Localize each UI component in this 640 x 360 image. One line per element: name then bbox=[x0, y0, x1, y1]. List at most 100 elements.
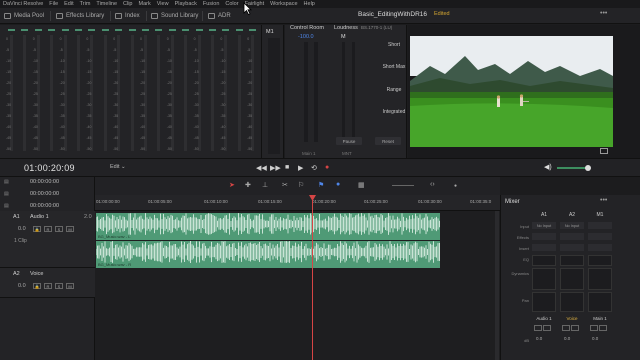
toolbar-more-button[interactable]: ••• bbox=[600, 10, 614, 20]
effects-library-button[interactable]: Effects Library bbox=[56, 11, 104, 21]
audio-clip-left[interactable]: BG_Music.wav - L bbox=[96, 213, 440, 240]
speaker-icon[interactable]: ◀) bbox=[544, 163, 552, 171]
timeline-scrollbar[interactable] bbox=[495, 211, 499, 360]
menu-file[interactable]: File bbox=[49, 1, 58, 7]
input-select[interactable] bbox=[588, 222, 612, 229]
viewer-options-icon[interactable] bbox=[600, 148, 608, 154]
track-volume[interactable]: 0.0 bbox=[18, 226, 26, 232]
play-button[interactable]: ▶ bbox=[298, 164, 303, 172]
menu-color[interactable]: Color bbox=[225, 1, 238, 7]
effects-slot[interactable] bbox=[560, 233, 584, 240]
menu-app[interactable]: DaVinci Resolve bbox=[3, 1, 43, 7]
mute-button[interactable]: M bbox=[66, 226, 74, 232]
channel-volume[interactable]: 0.0 bbox=[592, 336, 598, 341]
insert-slot[interactable] bbox=[588, 244, 612, 251]
dynamics-graph[interactable] bbox=[588, 268, 612, 290]
media-pool-button[interactable]: Media Pool bbox=[4, 11, 44, 21]
input-select[interactable]: No Input bbox=[560, 222, 584, 229]
channel-button[interactable] bbox=[599, 325, 607, 331]
menu-timeline[interactable]: Timeline bbox=[96, 1, 117, 7]
monitor-mode[interactable]: MNT bbox=[342, 151, 352, 156]
zoom-slider[interactable] bbox=[392, 185, 414, 186]
clip-label: BG_Music.wav - L bbox=[98, 234, 131, 239]
zoom-out-icon[interactable]: ‹› bbox=[430, 181, 435, 188]
lock-icon[interactable]: 🔒 bbox=[33, 226, 41, 232]
pan-control[interactable] bbox=[532, 292, 556, 312]
control-room-fader[interactable] bbox=[304, 42, 308, 142]
channel-button[interactable] bbox=[534, 325, 542, 331]
eq-graph[interactable] bbox=[588, 255, 612, 266]
menu-help[interactable]: Help bbox=[304, 1, 315, 7]
eq-graph[interactable] bbox=[532, 255, 556, 266]
meter-bar bbox=[184, 35, 188, 151]
playhead[interactable] bbox=[312, 195, 313, 360]
menu-mark[interactable]: Mark bbox=[139, 1, 151, 7]
track-name[interactable]: Voice bbox=[30, 271, 43, 277]
control-room-level[interactable]: -100.0 bbox=[298, 34, 314, 40]
record-button[interactable]: ● bbox=[325, 164, 329, 171]
range-tool-icon[interactable]: ✚ bbox=[245, 181, 251, 189]
menu-fusion[interactable]: Fusion bbox=[203, 1, 220, 7]
lock-icon[interactable]: 🔒 bbox=[33, 283, 41, 289]
input-select[interactable]: No Input bbox=[532, 222, 556, 229]
loudness-pause-button[interactable]: Pause bbox=[336, 137, 362, 145]
record-arm-button[interactable]: R bbox=[44, 283, 52, 289]
insert-slot[interactable] bbox=[532, 244, 556, 251]
channel-button[interactable] bbox=[562, 325, 570, 331]
meter-tick-label: -25 bbox=[193, 92, 199, 96]
zoom-dot-icon[interactable]: ● bbox=[454, 183, 457, 189]
flag-tool-icon[interactable]: ⚐ bbox=[298, 181, 304, 189]
index-button[interactable]: Index bbox=[115, 11, 140, 21]
rewind-button[interactable]: ◀◀ bbox=[256, 164, 267, 172]
fast-forward-button[interactable]: ▶▶ bbox=[270, 164, 281, 172]
meter-tick-label: -10 bbox=[166, 59, 172, 63]
track-name[interactable]: Audio 1 bbox=[30, 214, 49, 220]
dynamics-graph[interactable] bbox=[532, 268, 556, 290]
meter-tick-label: -25 bbox=[140, 92, 146, 96]
pointer-tool-icon[interactable]: ➤ bbox=[229, 181, 235, 189]
meter-tick-label: -15 bbox=[32, 70, 38, 74]
menu-edit[interactable]: Edit bbox=[64, 1, 73, 7]
effects-slot[interactable] bbox=[532, 233, 556, 240]
marker-icon[interactable]: ● bbox=[336, 181, 340, 188]
trim-tool-icon[interactable]: ⊥ bbox=[262, 181, 268, 189]
dynamics-graph[interactable] bbox=[560, 268, 584, 290]
zoom-full-icon[interactable]: ▦ bbox=[358, 181, 365, 189]
mixer-more-button[interactable]: ••• bbox=[600, 197, 607, 204]
monitor-source[interactable]: Main 1 bbox=[302, 151, 316, 156]
menu-workspace[interactable]: Workspace bbox=[270, 1, 297, 7]
channel-button[interactable] bbox=[590, 325, 598, 331]
stop-button[interactable]: ■ bbox=[285, 164, 289, 171]
mute-button[interactable]: M bbox=[66, 283, 74, 289]
razor-tool-icon[interactable]: ✂ bbox=[282, 181, 288, 189]
eq-graph[interactable] bbox=[560, 255, 584, 266]
adr-button[interactable]: ADR bbox=[208, 11, 231, 21]
menu-clip[interactable]: Clip bbox=[123, 1, 132, 7]
channel-button[interactable] bbox=[543, 325, 551, 331]
channel-button[interactable] bbox=[571, 325, 579, 331]
loudness-reset-button[interactable]: Reset bbox=[375, 137, 401, 145]
record-arm-button[interactable]: R bbox=[44, 226, 52, 232]
meter-tick-label: -50 bbox=[166, 147, 172, 151]
effects-slot[interactable] bbox=[588, 233, 612, 240]
channel-volume[interactable]: 0.0 bbox=[536, 336, 542, 341]
menu-view[interactable]: View bbox=[157, 1, 169, 7]
channel-volume[interactable]: 0.0 bbox=[564, 336, 570, 341]
pan-control[interactable] bbox=[560, 292, 584, 312]
sound-library-button[interactable]: Sound Library bbox=[151, 11, 198, 21]
menu-trim[interactable]: Trim bbox=[80, 1, 91, 7]
main-meter-label: M1 bbox=[266, 29, 274, 35]
insert-slot[interactable] bbox=[560, 244, 584, 251]
pan-control[interactable] bbox=[588, 292, 612, 312]
audio-clip-right[interactable]: BG_Music.wav - R bbox=[96, 241, 440, 268]
track-volume[interactable]: 0.0 bbox=[18, 283, 26, 289]
loop-button[interactable]: ⟲ bbox=[311, 164, 317, 172]
meter-tick-label: -25 bbox=[86, 92, 92, 96]
flag-color-icon[interactable]: ⚑ bbox=[318, 181, 324, 189]
menu-playback[interactable]: Playback bbox=[175, 1, 197, 7]
solo-button[interactable]: S bbox=[55, 226, 63, 232]
monitor-volume-knob[interactable] bbox=[585, 165, 591, 171]
edit-mode-dropdown[interactable]: Edit ⌄ bbox=[110, 164, 126, 170]
solo-button[interactable]: S bbox=[55, 283, 63, 289]
track-id: A2 bbox=[13, 271, 20, 277]
